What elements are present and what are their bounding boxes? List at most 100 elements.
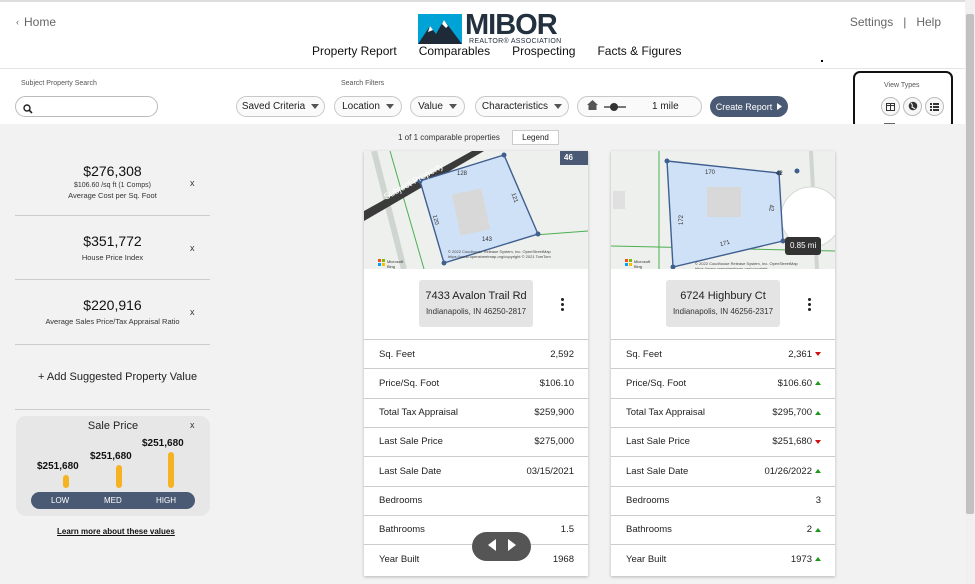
row-value: $106.10 (539, 377, 574, 389)
add-suggested-value-button[interactable]: + Add Suggested Property Value (38, 371, 197, 383)
more-options-icon[interactable] (560, 298, 564, 311)
row-label: Bathrooms (626, 524, 672, 536)
search-icon (23, 101, 33, 119)
stat-value: $276,308 (83, 163, 142, 179)
property-row: Total Tax Appraisal $259,900 (364, 397, 588, 427)
property-map[interactable]: Subject Property 46 128 121 143 120 Micr… (364, 151, 588, 269)
stat-label: Average Sales Price/Tax Appraisal Ratio (45, 317, 180, 326)
next-arrow-icon[interactable] (507, 538, 516, 556)
row-value: $259,900 (534, 407, 574, 419)
header-divider (0, 68, 965, 69)
stray-dot (821, 60, 823, 62)
remove-stat-button[interactable]: x (190, 307, 195, 317)
home-link[interactable]: ‹ Home (16, 15, 56, 29)
view-types-panel: View Types (853, 71, 953, 130)
trend-up-icon (815, 410, 821, 415)
scrollbar-thumb[interactable] (966, 14, 974, 514)
slider-handle[interactable] (610, 102, 618, 111)
location-dropdown[interactable]: Location (334, 96, 402, 117)
sale-price-title: Sale Price (87, 420, 139, 432)
create-report-button[interactable]: Create Report (710, 96, 788, 117)
row-label: Last Sale Price (379, 436, 443, 448)
row-value: 1973 (790, 553, 812, 565)
lot-dimension: 172 (679, 214, 686, 226)
nav-prospecting[interactable]: Prospecting (512, 44, 575, 58)
property-row: Sq. Feet 2,361 (611, 339, 835, 368)
bing-logo: Microsoft Bing (634, 259, 651, 269)
address-box[interactable]: 6724 Highbury Ct Indianapolis, IN 46256-… (666, 280, 780, 327)
row-label: Bedrooms (379, 495, 423, 506)
subject-search-input[interactable] (15, 96, 158, 117)
divider (15, 215, 210, 216)
row-value: $106.60 (777, 377, 812, 389)
property-row: Price/Sq. Foot $106.60 (611, 368, 835, 397)
previous-arrow-icon[interactable] (487, 538, 496, 556)
sale-price-bar-med (116, 465, 122, 488)
settings-link[interactable]: Settings (850, 15, 893, 29)
row-label: Last Sale Date (379, 465, 442, 477)
map-view-button[interactable] (903, 97, 922, 116)
nav-property-report[interactable]: Property Report (312, 44, 397, 58)
trend-up-icon (815, 381, 821, 386)
remove-stat-button[interactable]: x (190, 243, 195, 253)
remove-sale-price-button[interactable]: x (190, 420, 195, 430)
value-dropdown[interactable]: Value (410, 96, 465, 117)
lot-dimension: 170 (705, 170, 716, 176)
help-link[interactable]: Help (916, 15, 941, 29)
stat-value: $220,916 (83, 297, 142, 313)
trend-up-icon (815, 527, 821, 532)
row-value-group: 03/15/2021 (526, 466, 574, 477)
property-row: Year Built 1973 (611, 544, 835, 573)
characteristics-label: Characteristics (481, 101, 549, 112)
sale-price-bar-high (168, 452, 174, 488)
stat-subtext: $106.60 /sq ft (1 Comps) (73, 182, 152, 189)
card-view-button[interactable] (881, 97, 900, 116)
arrow-right-icon (777, 102, 783, 112)
more-options-icon[interactable] (807, 298, 811, 311)
address-line-1: 7433 Avalon Trail Rd (425, 290, 527, 302)
divider (15, 409, 210, 410)
globe-icon (908, 98, 918, 116)
trend-up-icon (815, 557, 821, 562)
row-value: 01/26/2022 (764, 465, 812, 477)
saved-criteria-dropdown[interactable]: Saved Criteria (236, 96, 325, 117)
main-nav: Property Report Comparables Prospecting … (312, 44, 681, 58)
row-label: Last Sale Price (626, 436, 690, 448)
property-map[interactable]: 170 42 42 172 171 0.85 mi Microsoft Bing… (611, 151, 835, 269)
row-label: Bedrooms (626, 495, 670, 506)
legend-button[interactable]: Legend (512, 130, 559, 145)
lot-dimension: 42 (776, 171, 783, 177)
caret-down-icon (385, 104, 394, 109)
row-label: Sq. Feet (379, 348, 415, 360)
property-row: Last Sale Price $275,000 (364, 426, 588, 456)
list-view-button[interactable] (925, 97, 944, 116)
lot-dimension: 42 (767, 204, 774, 212)
row-value-group: 1.5 (561, 524, 574, 535)
stat-label: Average Cost per Sq. Foot (68, 191, 157, 200)
row-value: 2,361 (788, 348, 812, 360)
row-value-group: $259,900 (534, 407, 574, 418)
property-row: Total Tax Appraisal $295,700 (611, 397, 835, 427)
nav-facts-figures[interactable]: Facts & Figures (597, 44, 681, 58)
top-right-links: Settings | Help (850, 15, 941, 29)
stat-sales-tax-ratio: $220,916 Average Sales Price/Tax Apprais… (15, 297, 210, 326)
caret-down-icon (311, 104, 320, 109)
address-box[interactable]: 7433 Avalon Trail Rd Indianapolis, IN 46… (419, 280, 533, 327)
radius-slider-control[interactable]: 1 mile (577, 96, 702, 117)
nav-comparables[interactable]: Comparables (419, 44, 490, 58)
caret-down-icon (554, 104, 563, 109)
saved-criteria-label: Saved Criteria (241, 101, 306, 112)
radius-value: 1 mile (652, 101, 679, 112)
row-value: 3 (815, 495, 821, 506)
radius-slider[interactable] (604, 102, 626, 112)
characteristics-dropdown[interactable]: Characteristics (475, 96, 569, 117)
map-credit: © 2022 Coudhouse Release System, Inc. Op… (695, 261, 798, 269)
learn-more-link[interactable]: Learn more about these values (57, 527, 175, 536)
location-label: Location (342, 101, 380, 112)
remove-stat-button[interactable]: x (190, 178, 195, 188)
stat-house-price-index: $351,772 House Price Index (15, 233, 210, 262)
sale-price-scale: LOW MED HIGH (31, 492, 195, 509)
logo-word: MIBOR (465, 9, 558, 41)
row-label: Year Built (626, 553, 667, 565)
view-types-label: View Types (884, 82, 920, 89)
